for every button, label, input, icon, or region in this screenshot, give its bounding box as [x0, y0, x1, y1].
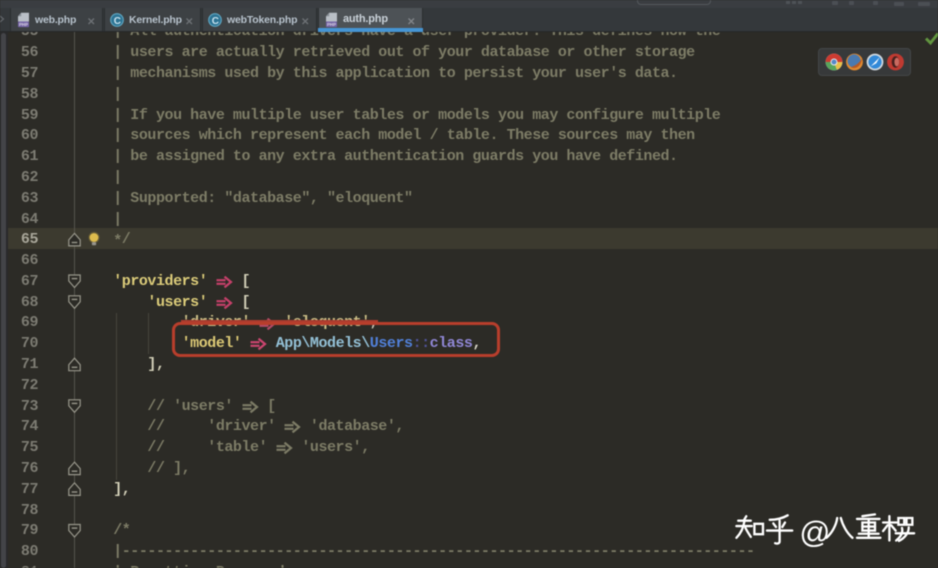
svg-text:C: C — [212, 16, 219, 27]
svg-text:C: C — [114, 16, 121, 27]
svg-text:PHP: PHP — [19, 22, 28, 27]
svg-text:@: @ — [799, 515, 830, 548]
svg-text:PHP: PHP — [327, 22, 336, 27]
